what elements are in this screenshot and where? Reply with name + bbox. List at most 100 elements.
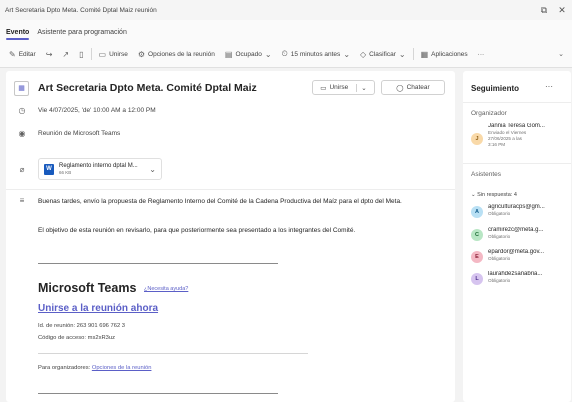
meeting-id: Id. de reunión: 263 901 696 762 3 <box>38 323 126 329</box>
delete-button[interactable]: ▯ <box>74 46 88 62</box>
datetime-row: ◷ Vie 4/07/2025, 'de' 10:00 AM a 12:00 P… <box>6 104 156 116</box>
reminder-label: 15 minutos antes <box>290 50 341 58</box>
attendee-email: laurahdezsanabria... <box>488 271 543 277</box>
toolbar-divider <box>90 48 92 60</box>
attachment-row: ⌀ <box>6 163 38 175</box>
location-row: ◉ Reunión de Microsoft Teams <box>6 127 121 139</box>
join-toolbar-label: Unirse <box>109 50 128 58</box>
tracking-title: Seguimiento <box>471 84 520 93</box>
panel-divider <box>463 163 571 164</box>
edit-button[interactable]: ✎ Editar <box>4 46 41 62</box>
attendee-entry[interactable]: A agriculturacps@gm... Obligatorio <box>471 204 564 218</box>
chevron-down-icon: ⌄ <box>356 83 367 92</box>
tab-scheduling-assistant[interactable]: Asistente para programación <box>35 29 133 41</box>
collapse-chevron-icon[interactable]: ⌄ <box>558 50 564 58</box>
categorize-dropdown[interactable]: ◇ Clasificar ⌄ <box>355 46 411 62</box>
chat-button[interactable]: ◯ Chatear <box>381 80 445 95</box>
video-icon: ▭ <box>98 49 107 59</box>
attachment-name: Reglamento interno dptal M... <box>59 162 138 169</box>
notes-icon: ≡ <box>19 196 25 205</box>
help-link[interactable]: ¿Necesita ayuda? <box>144 286 188 292</box>
show-as-dropdown[interactable]: ▤ Ocupado ⌄ <box>220 46 277 62</box>
clock-icon: ◷ <box>18 105 26 115</box>
attendee-status: Obligatorio <box>488 234 511 239</box>
pencil-icon: ✎ <box>9 49 16 59</box>
body-paragraph-2: El objetivo de esta reunión en revisarlo… <box>38 227 356 234</box>
organizer-options-line: Para organizadores: Opciones de la reuni… <box>38 365 151 371</box>
word-file-icon: W <box>44 163 54 175</box>
event-datetime: Vie 4/07/2025, 'de' 10:00 AM a 12:00 PM <box>38 106 156 114</box>
organizer-entry[interactable]: J Jannia Teresa Gom... Enviado el Vierne… <box>471 123 564 148</box>
avatar: E <box>471 251 483 263</box>
body-paragraph-1: Buenas tardes, envío la propuesta de Reg… <box>38 198 402 205</box>
subject-row: ▦ Art Secretaria Dpto Meta. Comité Dptal… <box>6 79 257 97</box>
more-actions-button[interactable]: ··· <box>473 46 490 62</box>
tag-icon: ◇ <box>360 49 367 59</box>
forward-button[interactable]: ↗ <box>57 46 74 62</box>
gear-icon: ⚙ <box>137 49 146 59</box>
tab-event[interactable]: Evento <box>4 29 35 41</box>
categorize-label: Clasificar <box>369 50 396 58</box>
location-icon: ◉ <box>18 128 26 138</box>
forward-icon: ↗ <box>62 49 70 59</box>
attendee-email: epardor@meta.gov... <box>488 249 545 255</box>
organizer-name: Jannia Teresa Gom... <box>488 123 545 129</box>
show-as-label: Ocupado <box>235 50 262 58</box>
join-button[interactable]: ▭ Unirse ⌄ <box>312 80 375 95</box>
chevron-down-icon: ⌄ <box>343 49 351 59</box>
section-divider <box>6 189 455 190</box>
attendee-entry[interactable]: C cramirezc@meta.g... Obligatorio <box>471 227 564 241</box>
reminder-dropdown[interactable]: ⏲ 15 minutos antes ⌄ <box>277 46 355 62</box>
attendee-entry[interactable]: L laurahdezsanabria... Obligatorio <box>471 271 564 285</box>
event-panel: ▦ Art Secretaria Dpto Meta. Comité Dptal… <box>6 71 455 402</box>
status-icon: ▤ <box>224 49 233 59</box>
organizer-options-link[interactable]: Opciones de la reunión <box>92 365 152 371</box>
window-title: Art Secretaria Dpto Meta. Comité Dptal M… <box>5 6 157 14</box>
trash-icon: ▯ <box>79 49 84 59</box>
meeting-passcode: Código de acceso: ms2xR3uz <box>38 335 116 341</box>
close-window-icon[interactable]: ✕ <box>557 5 567 16</box>
join-toolbar-button[interactable]: ▭ Unirse <box>94 46 133 62</box>
attachment-card[interactable]: W Reglamento interno dptal M... 66 KB ⌄ <box>38 158 162 180</box>
video-icon: ▭ <box>320 84 327 92</box>
apps-label: Aplicaciones <box>431 50 468 58</box>
separator-line <box>38 353 308 354</box>
attendee-entry[interactable]: E epardor@meta.gov... Obligatorio <box>471 249 564 263</box>
avatar: A <box>471 206 483 218</box>
attendees-label: Asistentes <box>471 171 501 178</box>
no-response-group[interactable]: ⌄ Sin respuesta: 4 <box>471 192 517 198</box>
reply-button[interactable]: ↪ <box>41 46 58 62</box>
join-button-label: Unirse <box>329 84 349 91</box>
attachment-size: 66 KB <box>59 169 72 175</box>
event-subject: Art Secretaria Dpto Meta. Comité Dptal M… <box>38 82 257 94</box>
title-bar: Art Secretaria Dpto Meta. Comité Dptal M… <box>0 0 572 20</box>
chevron-down-icon: ⌄ <box>398 49 406 59</box>
organizer-label: Organizador <box>471 110 507 117</box>
toolbar-divider <box>412 48 414 60</box>
separator-line <box>38 393 278 394</box>
reply-icon: ↪ <box>45 49 53 59</box>
ribbon-tabs: Evento Asistente para programación <box>0 20 572 41</box>
tracking-panel: Seguimiento ··· Organizador J Jannia Ter… <box>463 71 571 402</box>
panel-divider <box>463 102 571 103</box>
clock-icon: ⏲ <box>281 49 288 58</box>
chat-button-label: Chatear <box>406 84 430 91</box>
no-response-label: Sin respuesta: 4 <box>477 192 517 198</box>
chat-icon: ◯ <box>396 84 404 92</box>
organizer-sent-line3: 3:16 PM <box>488 142 506 147</box>
toolbar: ✎ Editar ↪ ↗ ▯ ▭ Unirse ⚙ Opciones de la… <box>0 41 572 68</box>
more-actions-label: ··· <box>477 50 485 58</box>
restore-window-icon[interactable]: ⧉ <box>539 5 549 16</box>
attendee-email: agriculturacps@gm... <box>488 204 545 210</box>
chevron-down-icon: ⌄ <box>471 192 476 198</box>
teams-heading: Microsoft Teams <box>38 281 137 295</box>
apps-button[interactable]: ▦ Aplicaciones <box>416 46 473 62</box>
join-meeting-link[interactable]: Unirse a la reunión ahora <box>38 303 158 314</box>
meeting-options-button[interactable]: ⚙ Opciones de la reunión <box>133 46 220 62</box>
apps-grid-icon: ▦ <box>420 49 429 59</box>
tracking-more-button[interactable]: ··· <box>545 82 553 91</box>
chevron-down-icon[interactable]: ⌄ <box>149 165 156 174</box>
attendee-status: Obligatorio <box>488 256 511 261</box>
attendee-email: cramirezc@meta.g... <box>488 227 544 233</box>
organizer-options-prefix: Para organizadores: <box>38 365 92 371</box>
